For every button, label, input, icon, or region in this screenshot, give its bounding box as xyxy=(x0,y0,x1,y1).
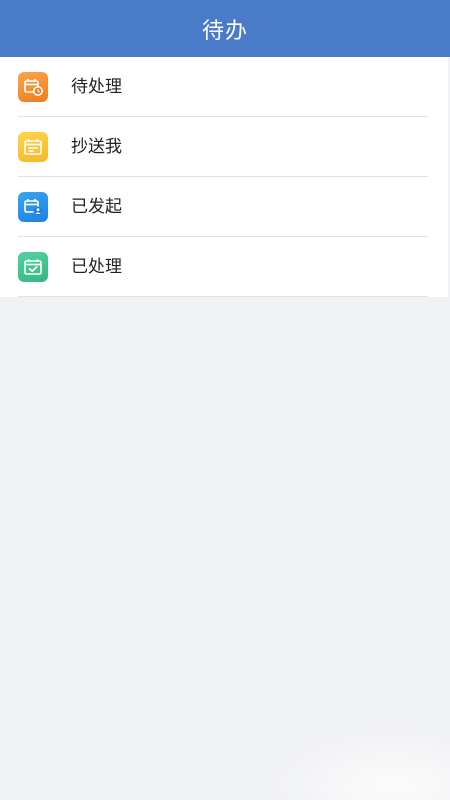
list-item-initiated[interactable]: 已发起 xyxy=(0,177,448,237)
page-title: 待办 xyxy=(201,18,248,44)
list-item-label: 待处理 xyxy=(71,77,122,97)
calendar-note-icon xyxy=(18,132,48,162)
list-item-label: 已发起 xyxy=(71,197,122,217)
list-item-pending[interactable]: 待处理 xyxy=(0,57,448,117)
calendar-clock-icon xyxy=(18,72,48,102)
list-item-processed[interactable]: 已处理 xyxy=(0,237,448,297)
list-item-label: 抄送我 xyxy=(71,137,122,157)
calendar-user-icon xyxy=(18,192,48,222)
list-item-cc-me[interactable]: 抄送我 xyxy=(0,117,448,177)
calendar-check-icon xyxy=(18,252,48,282)
app-header: 待办 xyxy=(0,0,450,57)
background-glow xyxy=(260,725,450,800)
list-item-label: 已处理 xyxy=(71,257,122,277)
todo-list: 待处理 抄送我 已发起 已处理 xyxy=(0,57,448,297)
